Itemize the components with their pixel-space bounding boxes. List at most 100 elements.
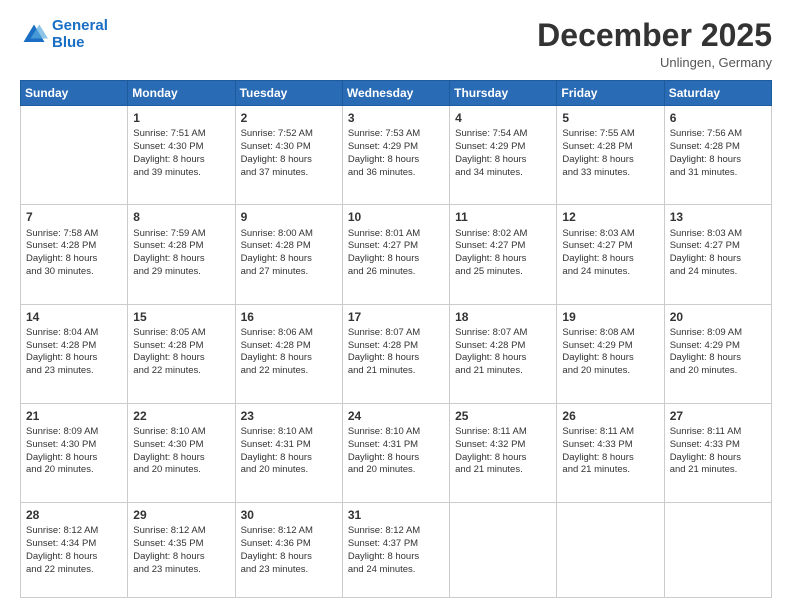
day-info: Sunset: 4:37 PM xyxy=(348,538,444,551)
day-info: Sunrise: 8:10 AM xyxy=(133,426,229,439)
table-row: 4Sunrise: 7:54 AMSunset: 4:29 PMDaylight… xyxy=(450,106,557,205)
col-monday: Monday xyxy=(128,81,235,106)
day-info: and 22 minutes. xyxy=(241,365,337,378)
day-info: and 21 minutes. xyxy=(455,464,551,477)
day-info: Sunset: 4:31 PM xyxy=(348,439,444,452)
day-info: Sunrise: 8:03 AM xyxy=(562,228,658,241)
day-info: Sunrise: 8:02 AM xyxy=(455,228,551,241)
day-info: Sunrise: 7:51 AM xyxy=(133,128,229,141)
day-info: and 20 minutes. xyxy=(348,464,444,477)
day-info: Daylight: 8 hours xyxy=(348,551,444,564)
table-row: 18Sunrise: 8:07 AMSunset: 4:28 PMDayligh… xyxy=(450,304,557,403)
day-info: Daylight: 8 hours xyxy=(455,452,551,465)
day-info: Sunrise: 7:53 AM xyxy=(348,128,444,141)
day-info: Sunset: 4:31 PM xyxy=(241,439,337,452)
table-row: 5Sunrise: 7:55 AMSunset: 4:28 PMDaylight… xyxy=(557,106,664,205)
day-info: Sunrise: 8:01 AM xyxy=(348,228,444,241)
day-info: Daylight: 8 hours xyxy=(348,253,444,266)
day-info: Sunset: 4:29 PM xyxy=(455,141,551,154)
day-number: 7 xyxy=(26,209,122,225)
logo: General Blue xyxy=(20,18,108,51)
table-row: 12Sunrise: 8:03 AMSunset: 4:27 PMDayligh… xyxy=(557,205,664,304)
day-info: Daylight: 8 hours xyxy=(562,352,658,365)
day-number: 14 xyxy=(26,309,122,325)
day-info: Daylight: 8 hours xyxy=(670,154,766,167)
day-info: Daylight: 8 hours xyxy=(26,452,122,465)
day-info: and 24 minutes. xyxy=(670,266,766,279)
day-info: Daylight: 8 hours xyxy=(562,452,658,465)
table-row: 10Sunrise: 8:01 AMSunset: 4:27 PMDayligh… xyxy=(342,205,449,304)
day-info: Sunset: 4:27 PM xyxy=(562,240,658,253)
day-info: Daylight: 8 hours xyxy=(241,352,337,365)
day-number: 5 xyxy=(562,110,658,126)
day-number: 13 xyxy=(670,209,766,225)
table-row: 27Sunrise: 8:11 AMSunset: 4:33 PMDayligh… xyxy=(664,403,771,502)
day-info: Sunset: 4:28 PM xyxy=(670,141,766,154)
day-number: 24 xyxy=(348,408,444,424)
day-info: Sunset: 4:28 PM xyxy=(562,141,658,154)
table-row: 9Sunrise: 8:00 AMSunset: 4:28 PMDaylight… xyxy=(235,205,342,304)
table-row xyxy=(664,503,771,598)
day-info: Sunrise: 7:55 AM xyxy=(562,128,658,141)
day-info: and 21 minutes. xyxy=(562,464,658,477)
day-number: 3 xyxy=(348,110,444,126)
day-number: 20 xyxy=(670,309,766,325)
day-number: 19 xyxy=(562,309,658,325)
col-saturday: Saturday xyxy=(664,81,771,106)
day-info: Sunset: 4:28 PM xyxy=(455,340,551,353)
day-number: 2 xyxy=(241,110,337,126)
day-info: Sunrise: 8:12 AM xyxy=(26,525,122,538)
table-row: 25Sunrise: 8:11 AMSunset: 4:32 PMDayligh… xyxy=(450,403,557,502)
day-info: and 37 minutes. xyxy=(241,167,337,180)
day-info: Sunset: 4:29 PM xyxy=(562,340,658,353)
page: General Blue December 2025 Unlingen, Ger… xyxy=(0,0,792,612)
day-number: 1 xyxy=(133,110,229,126)
day-info: Sunset: 4:27 PM xyxy=(455,240,551,253)
day-info: Sunset: 4:33 PM xyxy=(670,439,766,452)
day-info: and 20 minutes. xyxy=(241,464,337,477)
day-info: and 22 minutes. xyxy=(26,564,122,577)
table-row: 8Sunrise: 7:59 AMSunset: 4:28 PMDaylight… xyxy=(128,205,235,304)
day-info: and 39 minutes. xyxy=(133,167,229,180)
day-number: 25 xyxy=(455,408,551,424)
day-info: Daylight: 8 hours xyxy=(241,551,337,564)
day-number: 26 xyxy=(562,408,658,424)
table-row: 22Sunrise: 8:10 AMSunset: 4:30 PMDayligh… xyxy=(128,403,235,502)
day-info: Sunrise: 8:08 AM xyxy=(562,327,658,340)
table-row: 15Sunrise: 8:05 AMSunset: 4:28 PMDayligh… xyxy=(128,304,235,403)
logo-icon xyxy=(20,21,48,49)
table-row: 21Sunrise: 8:09 AMSunset: 4:30 PMDayligh… xyxy=(21,403,128,502)
day-info: Sunset: 4:28 PM xyxy=(241,240,337,253)
day-number: 30 xyxy=(241,507,337,523)
day-number: 22 xyxy=(133,408,229,424)
day-info: and 20 minutes. xyxy=(26,464,122,477)
day-info: Sunrise: 8:11 AM xyxy=(670,426,766,439)
day-info: Sunrise: 8:09 AM xyxy=(670,327,766,340)
table-row: 28Sunrise: 8:12 AMSunset: 4:34 PMDayligh… xyxy=(21,503,128,598)
day-info: Sunset: 4:28 PM xyxy=(133,340,229,353)
table-row: 17Sunrise: 8:07 AMSunset: 4:28 PMDayligh… xyxy=(342,304,449,403)
day-info: Sunrise: 7:59 AM xyxy=(133,228,229,241)
table-row: 14Sunrise: 8:04 AMSunset: 4:28 PMDayligh… xyxy=(21,304,128,403)
day-info: Sunrise: 7:58 AM xyxy=(26,228,122,241)
day-info: Daylight: 8 hours xyxy=(241,154,337,167)
day-info: Sunrise: 8:11 AM xyxy=(562,426,658,439)
day-info: Sunrise: 7:52 AM xyxy=(241,128,337,141)
day-info: and 23 minutes. xyxy=(133,564,229,577)
day-info: and 24 minutes. xyxy=(348,564,444,577)
day-info: Sunset: 4:28 PM xyxy=(26,340,122,353)
day-info: and 25 minutes. xyxy=(455,266,551,279)
day-info: Sunrise: 7:54 AM xyxy=(455,128,551,141)
day-number: 28 xyxy=(26,507,122,523)
day-info: Sunset: 4:35 PM xyxy=(133,538,229,551)
day-info: and 30 minutes. xyxy=(26,266,122,279)
day-info: Sunrise: 8:06 AM xyxy=(241,327,337,340)
col-friday: Friday xyxy=(557,81,664,106)
day-info: Sunset: 4:28 PM xyxy=(26,240,122,253)
day-info: Daylight: 8 hours xyxy=(133,253,229,266)
day-number: 16 xyxy=(241,309,337,325)
day-info: and 31 minutes. xyxy=(670,167,766,180)
day-number: 15 xyxy=(133,309,229,325)
table-row xyxy=(557,503,664,598)
calendar-table: Sunday Monday Tuesday Wednesday Thursday… xyxy=(20,80,772,598)
